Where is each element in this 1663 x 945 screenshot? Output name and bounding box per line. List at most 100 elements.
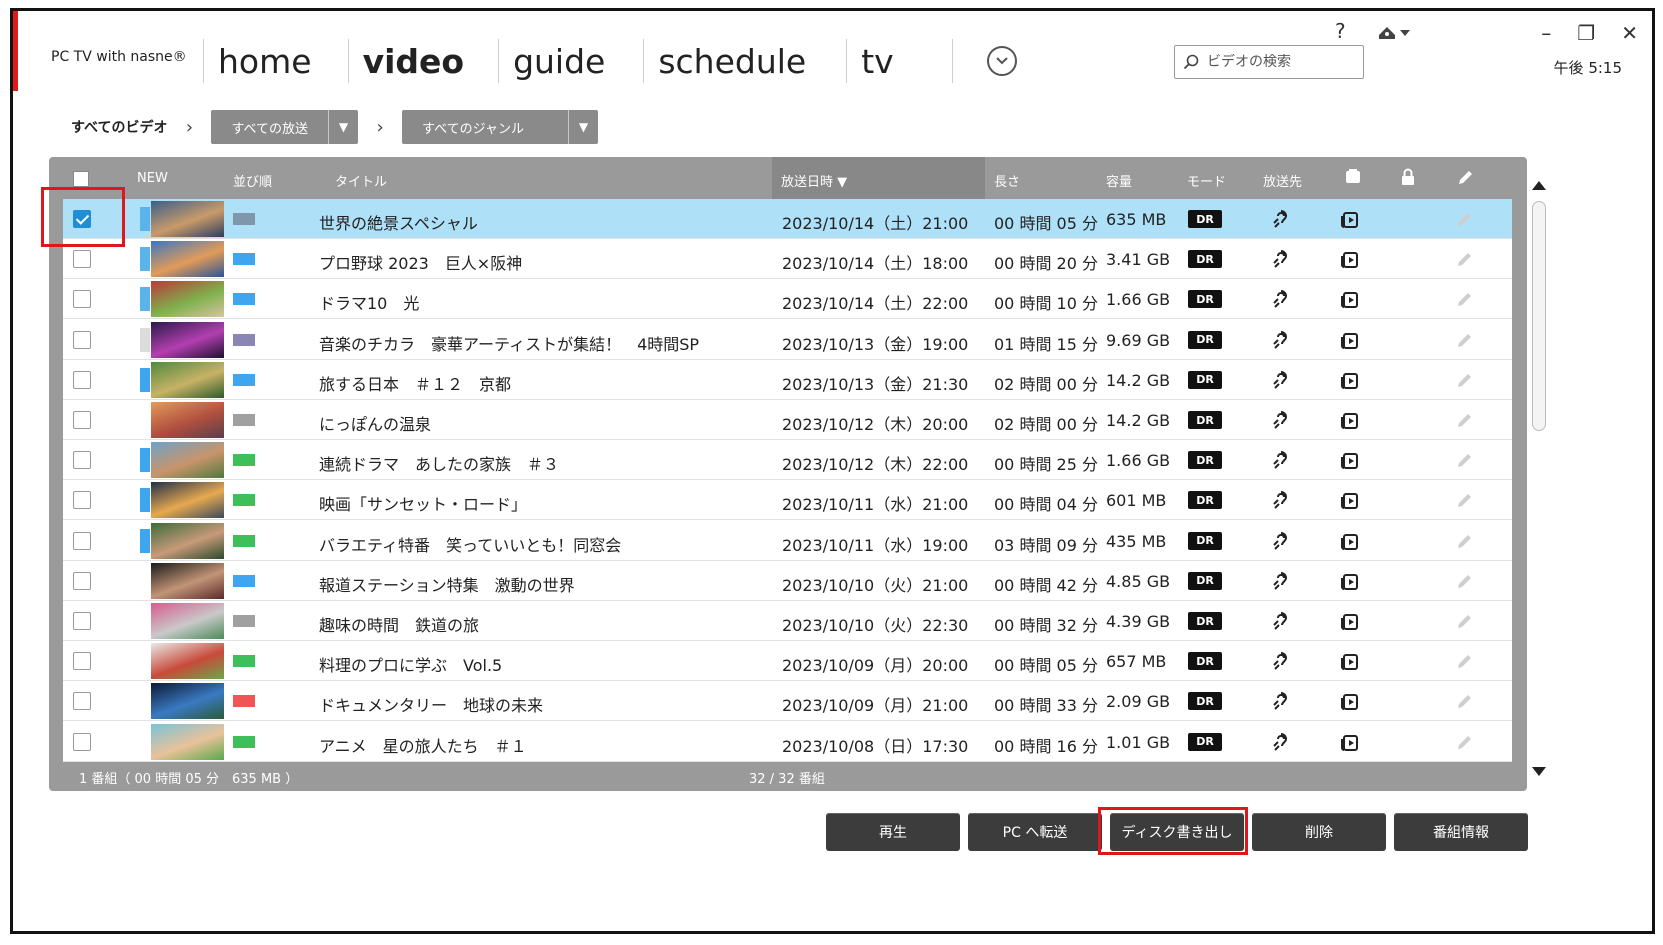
scroll-thumb[interactable] bbox=[1532, 201, 1546, 431]
video-datetime: 2023/10/10（火）22:30 bbox=[782, 616, 969, 635]
edit-pencil-icon[interactable] bbox=[1455, 651, 1475, 671]
mode-badge: DR bbox=[1188, 692, 1222, 711]
genre-filter-dropdown[interactable]: すべてのジャンル ▼ bbox=[402, 110, 598, 144]
video-row[interactable]: にっぽんの温泉 2023/10/12（木）20:00 02 時間 00 分 14.2 … bbox=[63, 400, 1512, 440]
scroll-track[interactable] bbox=[1532, 199, 1546, 761]
edit-pencil-icon[interactable] bbox=[1455, 571, 1475, 591]
row-checkbox[interactable] bbox=[73, 531, 91, 550]
video-row[interactable]: 連続ドラマ あしたの家族 ＃３ 2023/10/12（木）22:00 00 時間 2… bbox=[63, 440, 1512, 481]
vertical-scrollbar[interactable] bbox=[1529, 181, 1549, 781]
tab-guide[interactable]: guide bbox=[499, 42, 619, 81]
row-checkbox[interactable] bbox=[73, 370, 91, 389]
col-order[interactable]: 並び順 bbox=[233, 171, 272, 190]
edit-pencil-icon[interactable] bbox=[1455, 490, 1475, 510]
scroll-up-arrow-icon[interactable] bbox=[1532, 181, 1546, 190]
disc-copy-icon bbox=[1339, 650, 1361, 672]
row-checkbox[interactable] bbox=[73, 451, 91, 470]
video-thumbnail[interactable] bbox=[151, 442, 224, 479]
video-thumbnail[interactable] bbox=[151, 321, 224, 358]
nasne-device-icon[interactable] bbox=[1376, 21, 1416, 43]
video-thumbnail[interactable] bbox=[151, 562, 224, 599]
video-thumbnail[interactable] bbox=[151, 361, 224, 398]
video-thumbnail[interactable] bbox=[151, 241, 224, 278]
video-row[interactable]: 料理のプロに学ぶ Vol.5 2023/10/09（月）20:00 00 時間 05… bbox=[63, 641, 1512, 682]
scroll-down-arrow-icon[interactable] bbox=[1532, 767, 1546, 776]
col-disc-icon[interactable] bbox=[1344, 168, 1362, 190]
video-thumbnail[interactable] bbox=[151, 482, 224, 519]
transfer-to-pc-button[interactable]: PC へ転送 bbox=[968, 813, 1102, 851]
search-input[interactable] bbox=[1207, 54, 1357, 70]
edit-pencil-icon[interactable] bbox=[1455, 531, 1475, 551]
minimize-icon[interactable]: – bbox=[1541, 21, 1551, 45]
video-row[interactable]: 趣味の時間 鉄道の旅 2023/10/10（火）22:30 00 時間 32 分 4.… bbox=[63, 601, 1512, 641]
broadcast-filter-dropdown[interactable]: すべての放送 ▼ bbox=[211, 110, 359, 144]
col-lock-icon[interactable] bbox=[1400, 168, 1416, 190]
edit-pencil-icon[interactable] bbox=[1455, 732, 1475, 752]
row-checkbox[interactable] bbox=[73, 250, 91, 269]
select-all-checkbox[interactable] bbox=[73, 171, 89, 187]
edit-pencil-icon[interactable] bbox=[1455, 289, 1475, 309]
row-checkbox[interactable] bbox=[73, 411, 91, 429]
col-mode[interactable]: モード bbox=[1187, 171, 1226, 190]
video-row[interactable]: 映画「サンセット・ロード」 2023/10/11（水）21:00 00 時間 04 … bbox=[63, 480, 1512, 521]
video-row[interactable]: 報道ステーション特集 激動の世界 2023/10/10（火）21:00 00 時間 … bbox=[63, 561, 1512, 601]
col-size[interactable]: 容量 bbox=[1106, 171, 1132, 190]
video-row[interactable]: ドラマ10 光 2023/10/14（土）22:00 00 時間 10 分 1.66 … bbox=[63, 279, 1512, 320]
row-checkbox[interactable] bbox=[73, 692, 91, 711]
col-datetime[interactable]: 放送日時 ▼ bbox=[781, 171, 847, 190]
col-length[interactable]: 長さ bbox=[994, 171, 1020, 190]
row-checkbox[interactable] bbox=[73, 652, 91, 671]
breadcrumb-all-videos[interactable]: すべてのビデオ bbox=[71, 117, 167, 137]
row-checkbox[interactable] bbox=[73, 330, 91, 349]
video-datetime: 2023/10/14（土）22:00 bbox=[782, 294, 969, 314]
col-new[interactable]: NEW bbox=[137, 171, 168, 186]
program-info-button[interactable]: 番組情報 bbox=[1394, 813, 1528, 851]
wireless-transfer-icon bbox=[1270, 731, 1292, 753]
delete-button[interactable]: 削除 bbox=[1252, 813, 1386, 851]
video-row[interactable]: アニメ 星の旅人たち ＃１ 2023/10/08（日）17:30 00 時間 16 … bbox=[63, 722, 1512, 762]
video-thumbnail[interactable] bbox=[151, 723, 224, 760]
edit-pencil-icon[interactable] bbox=[1455, 249, 1475, 269]
edit-pencil-icon[interactable] bbox=[1455, 611, 1475, 631]
video-row[interactable]: プロ野球 2023 巨人×阪神 2023/10/14（土）18:00 00 時間 2… bbox=[63, 239, 1512, 280]
video-row[interactable]: バラエティ特番 笑っていいとも！同窓会 2023/10/11（水）19:00 03 … bbox=[63, 521, 1512, 561]
edit-pencil-icon[interactable] bbox=[1455, 691, 1475, 711]
video-thumbnail[interactable] bbox=[151, 281, 224, 318]
row-checkbox[interactable] bbox=[73, 290, 91, 309]
video-thumbnail[interactable] bbox=[151, 522, 224, 559]
tab-video[interactable]: video bbox=[349, 42, 479, 81]
edit-pencil-icon[interactable] bbox=[1455, 209, 1475, 229]
mode-badge: DR bbox=[1188, 531, 1222, 550]
edit-pencil-icon[interactable] bbox=[1455, 330, 1475, 350]
restore-icon[interactable]: ❐ bbox=[1577, 21, 1595, 45]
edit-pencil-icon[interactable] bbox=[1455, 410, 1475, 430]
col-edit-pencil-icon[interactable] bbox=[1457, 168, 1475, 190]
video-thumbnail[interactable] bbox=[151, 402, 224, 438]
video-row[interactable]: ドキュメンタリー 地球の未来 2023/10/09（月）21:00 00 時間 33… bbox=[63, 681, 1512, 722]
play-button[interactable]: 再生 bbox=[826, 813, 960, 851]
edit-pencil-icon[interactable] bbox=[1455, 370, 1475, 390]
tab-home[interactable]: home bbox=[204, 42, 326, 81]
video-row[interactable]: 音楽のチカラ 豪華アーティストが集結！ 4時間SP 2023/10/13（金）19… bbox=[63, 320, 1512, 360]
row-checkbox[interactable] bbox=[73, 612, 91, 630]
tab-tv[interactable]: tv bbox=[847, 42, 907, 81]
video-search[interactable] bbox=[1174, 45, 1364, 79]
more-menu-chevron-icon[interactable] bbox=[986, 46, 1017, 76]
close-icon[interactable]: ✕ bbox=[1621, 21, 1638, 45]
video-row[interactable]: 世界の絶景スペシャル 2023/10/14（土）21:00 00 時間 05 分 63… bbox=[63, 199, 1512, 239]
video-thumbnail[interactable] bbox=[151, 683, 224, 720]
video-size: 14.2 GB bbox=[1106, 370, 1171, 390]
help-icon[interactable]: ? bbox=[1335, 19, 1346, 43]
video-thumbnail[interactable] bbox=[151, 643, 224, 680]
row-checkbox[interactable] bbox=[73, 571, 91, 590]
video-row[interactable]: 旅する日本 ＃１２ 京都 2023/10/13（金）21:30 02 時間 00 分… bbox=[63, 360, 1512, 400]
col-destination[interactable]: 放送先 bbox=[1263, 171, 1302, 190]
video-thumbnail[interactable] bbox=[151, 603, 224, 639]
row-checkbox[interactable] bbox=[73, 732, 91, 751]
row-checkbox[interactable] bbox=[73, 491, 91, 510]
col-title[interactable]: タイトル bbox=[335, 171, 387, 190]
video-datetime: 2023/10/14（土）18:00 bbox=[782, 254, 969, 274]
edit-pencil-icon[interactable] bbox=[1455, 450, 1475, 470]
tab-schedule[interactable]: schedule bbox=[644, 42, 820, 81]
video-thumbnail[interactable] bbox=[151, 201, 224, 237]
